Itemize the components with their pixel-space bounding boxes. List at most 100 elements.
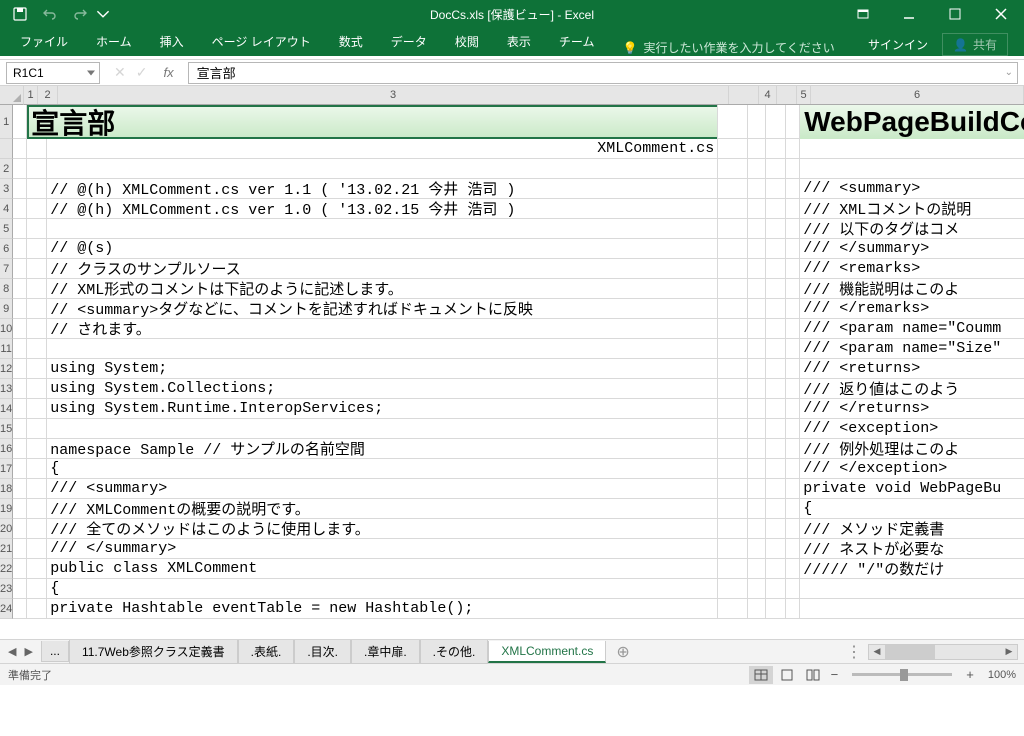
- code-cell-left[interactable]: [47, 339, 718, 358]
- row-header[interactable]: 6: [0, 239, 13, 259]
- row-header[interactable]: 10: [0, 319, 13, 339]
- row-header[interactable]: 4: [0, 199, 13, 219]
- zoom-label[interactable]: 100%: [980, 669, 1016, 681]
- sheet-tab-active[interactable]: XMLComment.cs: [488, 641, 606, 663]
- cell-title-right[interactable]: WebPageBuildCo: [800, 105, 1024, 139]
- code-cell-left[interactable]: // XML形式のコメントは下記のように記述します。: [47, 279, 718, 298]
- scroll-thumb[interactable]: [885, 645, 935, 659]
- row-header[interactable]: 19: [0, 499, 13, 519]
- tab-pagelayout[interactable]: ページ レイアウト: [198, 27, 325, 56]
- code-cell-right[interactable]: /// </returns>: [800, 399, 1024, 418]
- sheet-tab[interactable]: .目次.: [294, 640, 351, 664]
- code-cell-right[interactable]: {: [800, 499, 1024, 518]
- tab-team[interactable]: チーム: [545, 27, 609, 56]
- zoom-out-button[interactable]: −: [827, 667, 843, 682]
- code-cell-right[interactable]: ///// "/"の数だけ: [800, 559, 1024, 578]
- code-cell-right[interactable]: /// 返り値はこのよう: [800, 379, 1024, 398]
- row-header[interactable]: 3: [0, 179, 13, 199]
- row-headers[interactable]: 1 2 3 4 5 6 7 8 9 10 11 12 13 14 15 16 1…: [0, 105, 13, 619]
- code-cell-left[interactable]: using System.Collections;: [47, 379, 718, 398]
- code-cell-right[interactable]: [800, 159, 1024, 178]
- row-header[interactable]: 24: [0, 599, 13, 619]
- sheet-tab[interactable]: .表紙.: [238, 640, 295, 664]
- row-header[interactable]: 11: [0, 339, 13, 359]
- col-header[interactable]: 2: [38, 86, 58, 104]
- dots-icon[interactable]: ⋮: [840, 642, 868, 662]
- code-cell-left[interactable]: {: [47, 579, 718, 598]
- column-headers[interactable]: 1 2 3 4 5 6: [24, 86, 1024, 105]
- sheet-tab-ellipsis[interactable]: ...: [41, 641, 69, 662]
- formula-input[interactable]: 宣言部 ⌄: [188, 62, 1018, 84]
- formula-expand-button[interactable]: ⌄: [1005, 67, 1013, 78]
- row-header[interactable]: 22: [0, 559, 13, 579]
- col-header[interactable]: 1: [24, 86, 38, 104]
- code-cell-right[interactable]: /// <remarks>: [800, 259, 1024, 278]
- qat-customize-button[interactable]: [96, 2, 110, 26]
- share-button[interactable]: 👤 共有: [942, 33, 1008, 56]
- col-header[interactable]: [777, 86, 797, 104]
- row-header[interactable]: 21: [0, 539, 13, 559]
- tab-home[interactable]: ホーム: [82, 27, 146, 56]
- row-header[interactable]: 12: [0, 359, 13, 379]
- save-button[interactable]: [6, 2, 34, 26]
- redo-button[interactable]: [66, 2, 94, 26]
- code-cell-left[interactable]: // クラスのサンプルソース: [47, 259, 718, 278]
- view-pagelayout-button[interactable]: [775, 666, 799, 684]
- tab-formula[interactable]: 数式: [325, 27, 377, 56]
- code-cell-right[interactable]: /// <returns>: [800, 359, 1024, 378]
- row-header[interactable]: 8: [0, 279, 13, 299]
- code-cell-right[interactable]: /// 例外処理はこのよ: [800, 439, 1024, 458]
- fx-icon[interactable]: fx: [157, 65, 179, 80]
- scroll-left-icon[interactable]: ◀: [869, 645, 885, 659]
- tab-insert[interactable]: 挿入: [146, 27, 198, 56]
- code-cell-right[interactable]: /// <summary>: [800, 179, 1024, 198]
- zoom-thumb[interactable]: [900, 669, 908, 681]
- sheet-nav-next-icon[interactable]: ▶: [24, 645, 32, 658]
- code-cell-right[interactable]: /// <param name="Size": [800, 339, 1024, 358]
- code-cell-left[interactable]: using System.Runtime.InteropServices;: [47, 399, 718, 418]
- code-cell-right[interactable]: /// メソッド定義書: [800, 519, 1024, 538]
- code-cell-left[interactable]: [47, 159, 718, 178]
- tab-review[interactable]: 校閲: [441, 27, 493, 56]
- cancel-formula-button[interactable]: ✕: [114, 64, 126, 81]
- spreadsheet-grid[interactable]: 1 2 3 4 5 6 1 2 3 4 5 6 7 8 9: [0, 86, 1024, 639]
- ribbon-display-button[interactable]: [840, 0, 886, 28]
- cells[interactable]: 宣言部 WebPageBuildCo XMLComment.cs: [13, 105, 1024, 619]
- row-header[interactable]: 17: [0, 459, 13, 479]
- code-cell-right[interactable]: /// </remarks>: [800, 299, 1024, 318]
- sheet-add-button[interactable]: ⊕: [606, 639, 639, 665]
- col-header[interactable]: 5: [797, 86, 811, 104]
- row-header[interactable]: 16: [0, 439, 13, 459]
- code-cell-left[interactable]: /// </summary>: [47, 539, 718, 558]
- code-cell-right[interactable]: /// 機能説明はこのよ: [800, 279, 1024, 298]
- enter-formula-button[interactable]: ✓: [136, 64, 148, 81]
- tab-file[interactable]: ファイル: [6, 27, 82, 56]
- col-header[interactable]: 6: [811, 86, 1024, 104]
- code-cell-left[interactable]: /// <summary>: [47, 479, 718, 498]
- row-header[interactable]: 9: [0, 299, 13, 319]
- sheet-tab[interactable]: .その他.: [420, 640, 489, 664]
- row-header[interactable]: 20: [0, 519, 13, 539]
- cell-title-left[interactable]: 宣言部: [27, 105, 718, 139]
- sheet-tab[interactable]: .章中扉.: [351, 640, 420, 664]
- tab-data[interactable]: データ: [377, 27, 441, 56]
- row-header[interactable]: 1: [0, 105, 13, 139]
- row-header[interactable]: 18: [0, 479, 13, 499]
- code-cell-left[interactable]: namespace Sample // サンプルの名前空間: [47, 439, 718, 458]
- code-cell-right[interactable]: [800, 579, 1024, 598]
- zoom-slider[interactable]: [852, 673, 952, 676]
- row-header[interactable]: [0, 139, 13, 159]
- name-box[interactable]: R1C1: [6, 62, 100, 84]
- code-cell-left[interactable]: // されます。: [47, 319, 718, 338]
- view-normal-button[interactable]: [749, 666, 773, 684]
- code-cell-right[interactable]: /// ネストが必要な: [800, 539, 1024, 558]
- code-cell-left[interactable]: // @(s): [47, 239, 718, 258]
- code-cell-left[interactable]: private Hashtable eventTable = new Hasht…: [47, 599, 718, 618]
- row-header[interactable]: 15: [0, 419, 13, 439]
- code-cell-right[interactable]: /// 以下のタグはコメ: [800, 219, 1024, 238]
- col-header[interactable]: [729, 86, 759, 104]
- code-cell-left[interactable]: /// 全てのメソッドはこのように使用します。: [47, 519, 718, 538]
- code-cell-left[interactable]: public class XMLComment: [47, 559, 718, 578]
- code-cell-left[interactable]: // @(h) XMLComment.cs ver 1.0 ( '13.02.1…: [47, 199, 718, 218]
- row-header[interactable]: 14: [0, 399, 13, 419]
